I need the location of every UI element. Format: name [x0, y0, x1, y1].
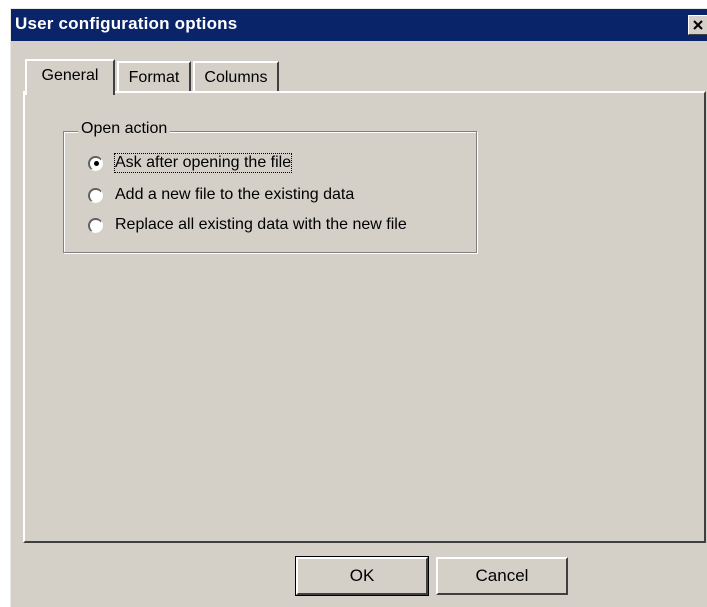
tab-general[interactable]: General — [25, 59, 115, 95]
user-configuration-dialog: User configuration options General Forma… — [10, 8, 707, 607]
general-tab-panel: Open action Ask after opening the file A… — [23, 91, 706, 543]
open-action-legend: Open action — [78, 120, 171, 138]
open-action-group: Open action Ask after opening the file A… — [63, 120, 477, 253]
cancel-button-label: Cancel — [475, 566, 529, 585]
radio-add-new-file[interactable]: Add a new file to the existing data — [88, 184, 354, 206]
ok-button[interactable]: OK — [295, 556, 429, 596]
radio-selected-dot — [93, 161, 99, 166]
title-bar[interactable]: User configuration options — [11, 9, 707, 41]
window-title: User configuration options — [15, 14, 238, 33]
radio-button[interactable] — [88, 217, 103, 233]
radio-label: Add a new file to the existing data — [115, 186, 355, 203]
radio-replace-all-data[interactable]: Replace all existing data with the new f… — [88, 214, 407, 236]
tab-format[interactable]: Format — [117, 61, 191, 93]
tab-columns-label: Columns — [204, 69, 268, 86]
radio-button[interactable] — [88, 187, 103, 203]
cancel-button[interactable]: Cancel — [436, 557, 568, 595]
radio-ask-after-opening[interactable]: Ask after opening the file — [88, 152, 293, 174]
close-icon — [693, 20, 703, 30]
radio-label: Ask after opening the file — [113, 153, 293, 173]
ok-button-label: OK — [349, 566, 375, 585]
radio-button[interactable] — [88, 155, 103, 171]
tab-general-label: General — [41, 67, 99, 84]
close-button[interactable] — [688, 15, 707, 35]
radio-label: Replace all existing data with the new f… — [115, 216, 407, 233]
tab-columns[interactable]: Columns — [193, 61, 279, 93]
tab-format-label: Format — [128, 69, 180, 86]
